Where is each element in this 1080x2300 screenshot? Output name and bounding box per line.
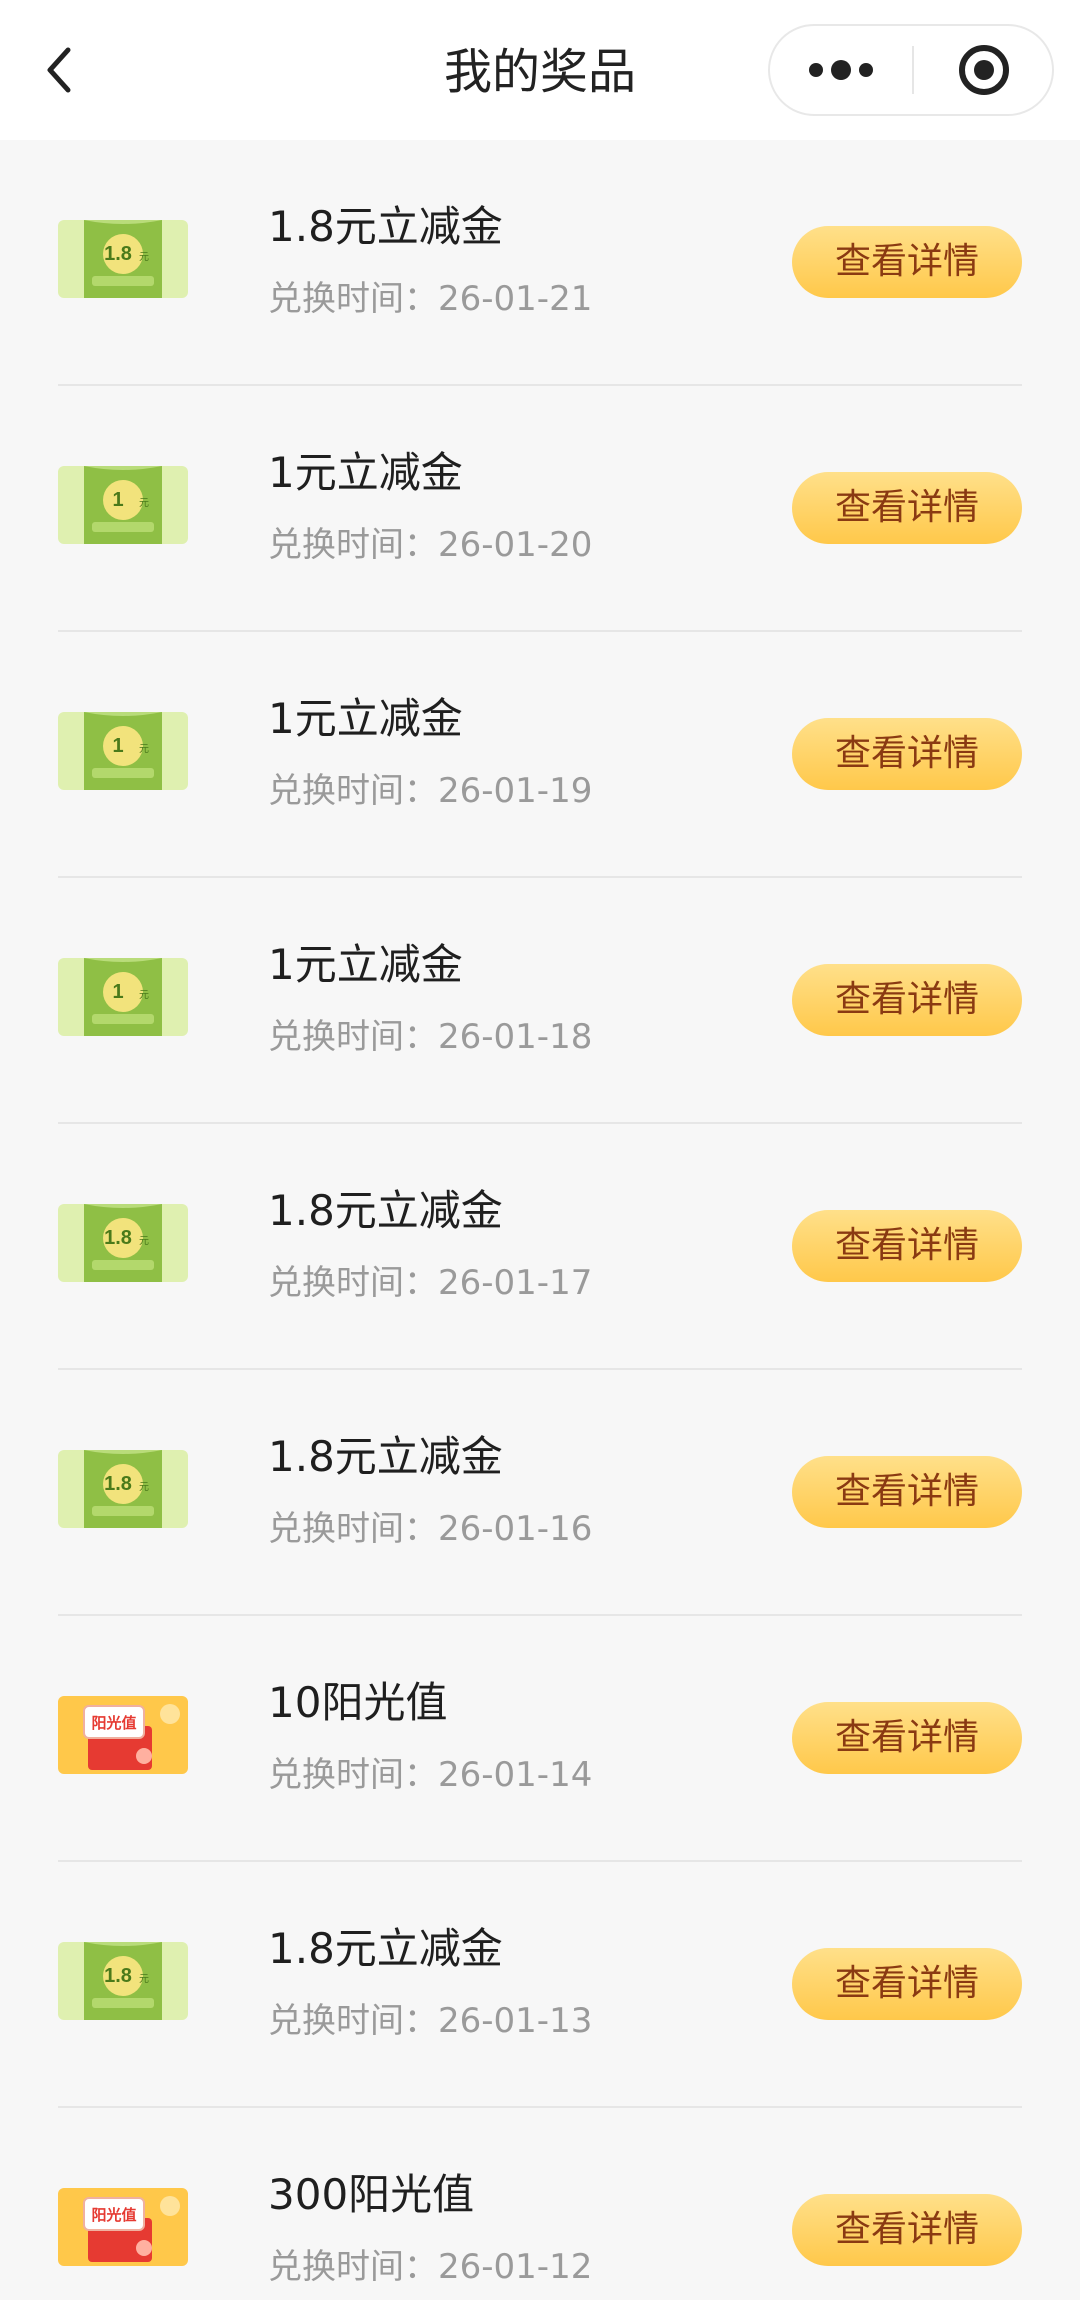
redeem-time-label: 兑换时间： [268,279,438,319]
redeem-time-label: 兑换时间： [268,1017,438,1057]
coupon-amount: 1 [112,735,123,757]
redeem-time: 兑换时间：26-01-21 [268,278,592,320]
view-details-button[interactable]: 查看详情 [792,1702,1022,1774]
prize-title: 1.8元立减金 [268,202,503,251]
redeem-date: 26-01-17 [438,1263,593,1303]
redeem-date: 26-01-20 [438,525,593,565]
coupon-amount: 1.8 [104,1227,132,1249]
sunshine-redpacket-icon: 阳光值 [58,1696,188,1774]
redeem-time-label: 兑换时间： [268,1263,438,1303]
prize-title: 1.8元立减金 [268,1924,503,1973]
view-details-button[interactable]: 查看详情 [792,472,1022,544]
coupon-amount: 1.8 [104,1473,132,1495]
coupon-unit: 元 [139,252,149,263]
view-details-button[interactable]: 查看详情 [792,718,1022,790]
redeem-time-label: 兑换时间： [268,1509,438,1549]
redeem-date: 26-01-16 [438,1509,593,1549]
prize-item: 1.8 元 1.8元立减金兑换时间：26-01-13 查看详情 [0,1862,1080,2108]
close-miniprogram-icon[interactable] [914,26,1054,114]
view-details-button[interactable]: 查看详情 [792,964,1022,1036]
redeem-date: 26-01-19 [438,771,593,811]
redeem-time: 兑换时间：26-01-16 [268,1508,592,1550]
coupon-thumbnail-icon: 1.8 元 [58,1204,188,1282]
prize-title: 1元立减金 [268,940,463,989]
coupon-thumbnail-icon: 1 元 [58,466,188,544]
prize-item: 1.8 元 1.8元立减金兑换时间：26-01-17 查看详情 [0,1124,1080,1370]
redeem-time-label: 兑换时间： [268,1755,438,1795]
view-details-button[interactable]: 查看详情 [792,1210,1022,1282]
redeem-time: 兑换时间：26-01-20 [268,524,592,566]
redeem-date: 26-01-13 [438,2001,593,2041]
coupon-amount: 1 [112,489,123,511]
prize-title: 1元立减金 [268,694,463,743]
coupon-unit: 元 [139,990,149,1001]
redeem-time-label: 兑换时间： [268,525,438,565]
coupon-thumbnail-icon: 1 元 [58,712,188,790]
coupon-thumbnail-icon: 1.8 元 [58,1942,188,2020]
coupon-unit: 元 [139,1482,149,1493]
app-root: 我的奖品 1.8 元 1.8元立减金兑换时间：26-01-21查看详情 1 [0,0,1080,2300]
redeem-time: 兑换时间：26-01-17 [268,1262,592,1304]
prize-title: 300阳光值 [268,2170,475,2219]
redeem-time-label: 兑换时间： [268,2001,438,2041]
bottom-safe-area [0,2280,1080,2300]
coupon-unit: 元 [139,1236,149,1247]
prize-item: 阳光值 300阳光值 兑换时间：26-01-12 查看详情 [0,2108,1080,2300]
redeem-time: 兑换时间：26-01-14 [268,1754,592,1796]
prize-item: 1.8 元 1.8元立减金兑换时间：26-01-21 查看详情 [0,140,1080,386]
prize-item: 1 元 1元立减金兑换时间：26-01-18 查看详情 [0,878,1080,1124]
redeem-time: 兑换时间：26-01-13 [268,2000,592,2042]
coupon-thumbnail-icon: 1 元 [58,958,188,1036]
nav-bar: 我的奖品 [0,0,1080,140]
redeem-time: 兑换时间：26-01-18 [268,1016,592,1058]
view-details-button[interactable]: 查看详情 [792,1948,1022,2020]
prize-item: 1.8 元 1.8元立减金兑换时间：26-01-16 查看详情 [0,1370,1080,1616]
prize-item: 阳光值 10阳光值兑换时间：26-01-14 查看详情 [0,1616,1080,1862]
coupon-amount: 1.8 [104,1965,132,1987]
coupon-unit: 元 [139,744,149,755]
sunshine-redpacket-icon: 阳光值 [58,2188,188,2266]
redpacket-label: 阳光值 [91,2206,136,2224]
prize-list: 1.8 元 1.8元立减金 兑换时间：26-01-21 查看详情 1 元 1元立减金… [0,140,1080,2300]
coupon-thumbnail-icon: 1.8 元 [58,1450,188,1528]
redeem-time-label: 兑换时间： [268,771,438,811]
view-details-button[interactable]: 查看详情 [792,226,1022,298]
prize-item: 1 元 1元立减金兑换时间：26-01-20 查看详情 [0,386,1080,632]
miniprogram-capsule [768,24,1054,116]
coupon-amount: 1 [112,981,123,1003]
redeem-date: 26-01-18 [438,1017,593,1057]
prize-title: 1.8元立减金 [268,1432,503,1481]
redeem-time: 兑换时间：26-01-19 [268,770,592,812]
prize-title: 10阳光值 [268,1678,448,1727]
coupon-amount: 1.8 [104,243,132,265]
coupon-unit: 元 [139,1974,149,1985]
redeem-date: 26-01-14 [438,1755,593,1795]
redeem-date: 26-01-21 [438,279,593,319]
more-icon[interactable] [770,26,912,114]
view-details-button[interactable]: 查看详情 [792,2194,1022,2266]
prize-item: 1 元 1元立减金兑换时间：26-01-19 查看详情 [0,632,1080,878]
coupon-thumbnail-icon: 1.8 元 [58,220,188,298]
coupon-unit: 元 [139,498,149,509]
view-details-button[interactable]: 查看详情 [792,1456,1022,1528]
redpacket-label: 阳光值 [91,1714,136,1732]
prize-title: 1元立减金 [268,448,463,497]
prize-title: 1.8元立减金 [268,1186,503,1235]
